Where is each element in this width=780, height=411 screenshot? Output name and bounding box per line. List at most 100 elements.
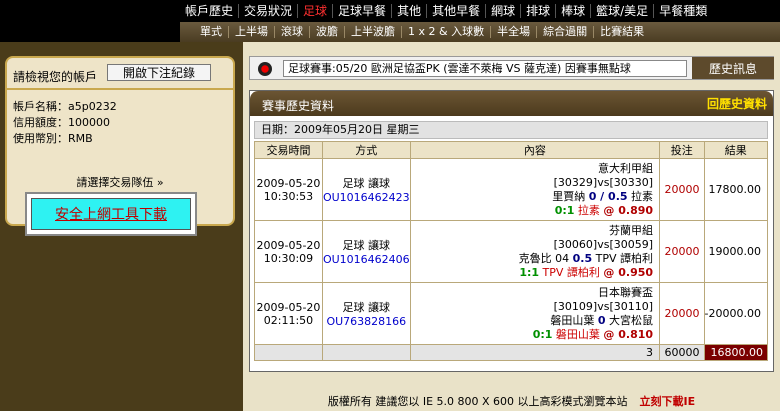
currency-label: 使用幣別： — [13, 132, 68, 145]
menu-item-baseball[interactable]: 棒球 — [556, 4, 592, 18]
menu-item-soccer-early[interactable]: 足球早餐 — [333, 4, 393, 18]
submenu-item-live[interactable]: 滾球 — [275, 26, 310, 38]
logo-area — [0, 0, 180, 42]
trade-date: 2009-05-20 — [256, 300, 321, 314]
submenu-item-parlay[interactable]: 綜合過關 — [537, 26, 595, 38]
handicap: 0.5 — [572, 251, 593, 265]
result: 19000.00 — [703, 220, 768, 283]
bet-table: 交易時間 方式 內容 投注 結果 2009-05-20 10:30:53 足球 讓… — [254, 141, 768, 361]
total-blank — [321, 344, 411, 361]
bet-type: 足球 讓球 OU1016462406 — [321, 220, 411, 283]
menu-item-other[interactable]: 其他 — [392, 4, 428, 18]
away-team: 拉素 — [631, 189, 654, 203]
ticket-number[interactable]: OU1016462406 — [323, 253, 410, 266]
history-panel: 賽事歷史資料 回歷史資料 日期：2009年05月20日 星期三 交易時間 方式 … — [249, 90, 774, 372]
menu-item-tennis[interactable]: 網球 — [486, 4, 522, 18]
trade-date: 2009-05-20 — [256, 176, 321, 190]
menu-item-soccer[interactable]: 足球 — [298, 4, 334, 18]
home-team: 磐田山葉 — [550, 313, 595, 327]
menu-item-volleyball[interactable]: 排球 — [521, 4, 557, 18]
bet-type-label: 足球 讓球 — [342, 239, 391, 252]
submenu-item-first-half-score[interactable]: 上半波膽 — [345, 26, 402, 38]
odds: @ 0.810 — [603, 327, 654, 341]
menu-item-early-types[interactable]: 早餐種類 — [654, 4, 712, 18]
score: 0:1 — [554, 203, 575, 217]
handicap: 0 / 0.5 — [588, 189, 628, 203]
news-ticker: 足球賽事:05/20 歐洲足協盃PK (雲達不萊梅 VS 薩克達) 因賽事無點球… — [249, 56, 774, 80]
credit-limit: 100000 — [68, 116, 110, 129]
total-blank — [254, 344, 323, 361]
download-ie-link[interactable]: 立刻下載IE — [640, 395, 696, 408]
account-name-row: 帳戶名稱：a5p0232 — [13, 98, 117, 114]
result: 17800.00 — [703, 158, 768, 221]
trade-clock: 02:11:50 — [263, 313, 314, 327]
matchup: 克魯比 04 0.5 TPV 譚柏利 — [411, 252, 653, 266]
submenu-item-single[interactable]: 單式 — [194, 26, 229, 38]
match-ids: [30060]vs[30059] — [553, 237, 654, 251]
credit-label: 信用額度： — [13, 116, 68, 129]
stake: 20000 — [659, 158, 705, 221]
menu-item-basketball[interactable]: 籃球/美足 — [591, 4, 655, 18]
panel-title: 賽事歷史資料 — [262, 99, 335, 113]
open-bets-button[interactable]: 開啟下注紀錄 — [107, 64, 211, 81]
download-tool-box: 安全上網工具下載 — [25, 192, 197, 236]
pick-line: 0:1 磐田山葉 @ 0.810 — [411, 328, 653, 342]
submenu-item-half-full[interactable]: 半全場 — [491, 26, 538, 38]
total-stake: 60000 — [659, 344, 705, 361]
panel-header: 賽事歷史資料 回歷史資料 — [250, 91, 773, 116]
currency-row: 使用幣別：RMB — [13, 130, 93, 146]
left-panel: 請檢視您的帳戶 開啟下注紀錄 帳戶名稱：a5p0232 信用額度：100000 … — [0, 42, 243, 411]
submenu-item-results[interactable]: 比賽結果 — [594, 26, 650, 38]
picked-team: TPV 譚柏利 — [542, 265, 600, 279]
download-tool-button[interactable]: 安全上網工具下載 — [31, 198, 191, 230]
home-team: 克魯比 04 — [518, 251, 570, 265]
bet-type-label: 足球 讓球 — [342, 301, 391, 314]
sub-menu: 單式 上半場 滾球 波膽 上半波膽 1 x 2 & 入球數 半全場 綜合過關 比… — [180, 22, 780, 42]
stake: 20000 — [659, 220, 705, 283]
matchup: 里賈納 0 / 0.5 拉素 — [411, 190, 653, 204]
back-to-history-link[interactable]: 回歷史資料 — [707, 95, 767, 112]
odds: @ 0.950 — [603, 265, 654, 279]
submenu-item-1x2-goals[interactable]: 1 x 2 & 入球數 — [402, 26, 492, 38]
submenu-item-first-half[interactable]: 上半場 — [229, 26, 275, 38]
ticket-number[interactable]: OU1016462423 — [323, 191, 410, 204]
menu-item-account-history[interactable]: 帳戶歷史 — [180, 4, 240, 18]
league: 日本聯賽盃 — [598, 285, 654, 299]
download-tool-link[interactable]: 安全上網工具下載 — [55, 204, 167, 224]
table-row: 2009-05-20 10:30:09 足球 讓球 OU1016462406 芬蘭甲… — [254, 220, 768, 283]
menu-item-trade-status[interactable]: 交易狀況 — [239, 4, 299, 18]
submenu-item-correct-score[interactable]: 波膽 — [310, 26, 345, 38]
stake: 20000 — [659, 282, 705, 345]
pick-line: 0:1 拉素 @ 0.890 — [411, 204, 653, 218]
header-stake: 投注 — [659, 141, 705, 159]
bet-content: 意大利甲組 [30329]vs[30330] 里賈納 0 / 0.5 拉素 0:… — [409, 158, 661, 221]
bet-type-label: 足球 讓球 — [342, 177, 391, 190]
divider — [7, 88, 233, 90]
bet-type: 足球 讓球 OU1016462423 — [321, 158, 411, 221]
pick-line: 1:1 TPV 譚柏利 @ 0.950 — [411, 266, 653, 280]
trade-clock: 10:30:53 — [263, 189, 314, 203]
score: 0:1 — [532, 327, 553, 341]
match-ids: [30109]vs[30110] — [553, 299, 654, 313]
bet-content: 日本聯賽盃 [30109]vs[30110] 磐田山葉 0 大宮松鼠 0:1 磐… — [409, 282, 661, 345]
league: 芬蘭甲組 — [609, 223, 654, 237]
ticket-number[interactable]: OU763828166 — [323, 315, 410, 328]
trade-clock: 10:30:09 — [263, 251, 314, 265]
trade-time: 2009-05-20 10:30:53 — [254, 158, 323, 221]
record-icon — [258, 62, 272, 76]
table-row: 2009-05-20 10:30:53 足球 讓球 OU1016462423 意大利… — [254, 158, 768, 221]
menu-item-other-early[interactable]: 其他早餐 — [427, 4, 487, 18]
account-name: a5p0232 — [68, 100, 117, 113]
select-team-link[interactable]: 請選擇交易隊伍 » — [7, 174, 233, 190]
date-line: 日期：2009年05月20日 星期三 — [254, 121, 768, 139]
header-time: 交易時間 — [254, 141, 323, 159]
ticker-text: 足球賽事:05/20 歐洲足協盃PK (雲達不萊梅 VS 薩克達) 因賽事無點球 — [283, 60, 687, 77]
header-content: 內容 — [409, 141, 661, 159]
copyright-text: 版權所有 建議您以 IE 5.0 800 X 600 以上高彩模式瀏覽本站 — [327, 395, 628, 408]
history-messages-button[interactable]: 歷史訊息 — [692, 57, 774, 79]
header-type: 方式 — [321, 141, 411, 159]
score: 1:1 — [519, 265, 540, 279]
credit-row: 信用額度：100000 — [13, 114, 110, 130]
account-name-label: 帳戶名稱： — [13, 100, 68, 113]
result: -20000.00 — [703, 282, 768, 345]
